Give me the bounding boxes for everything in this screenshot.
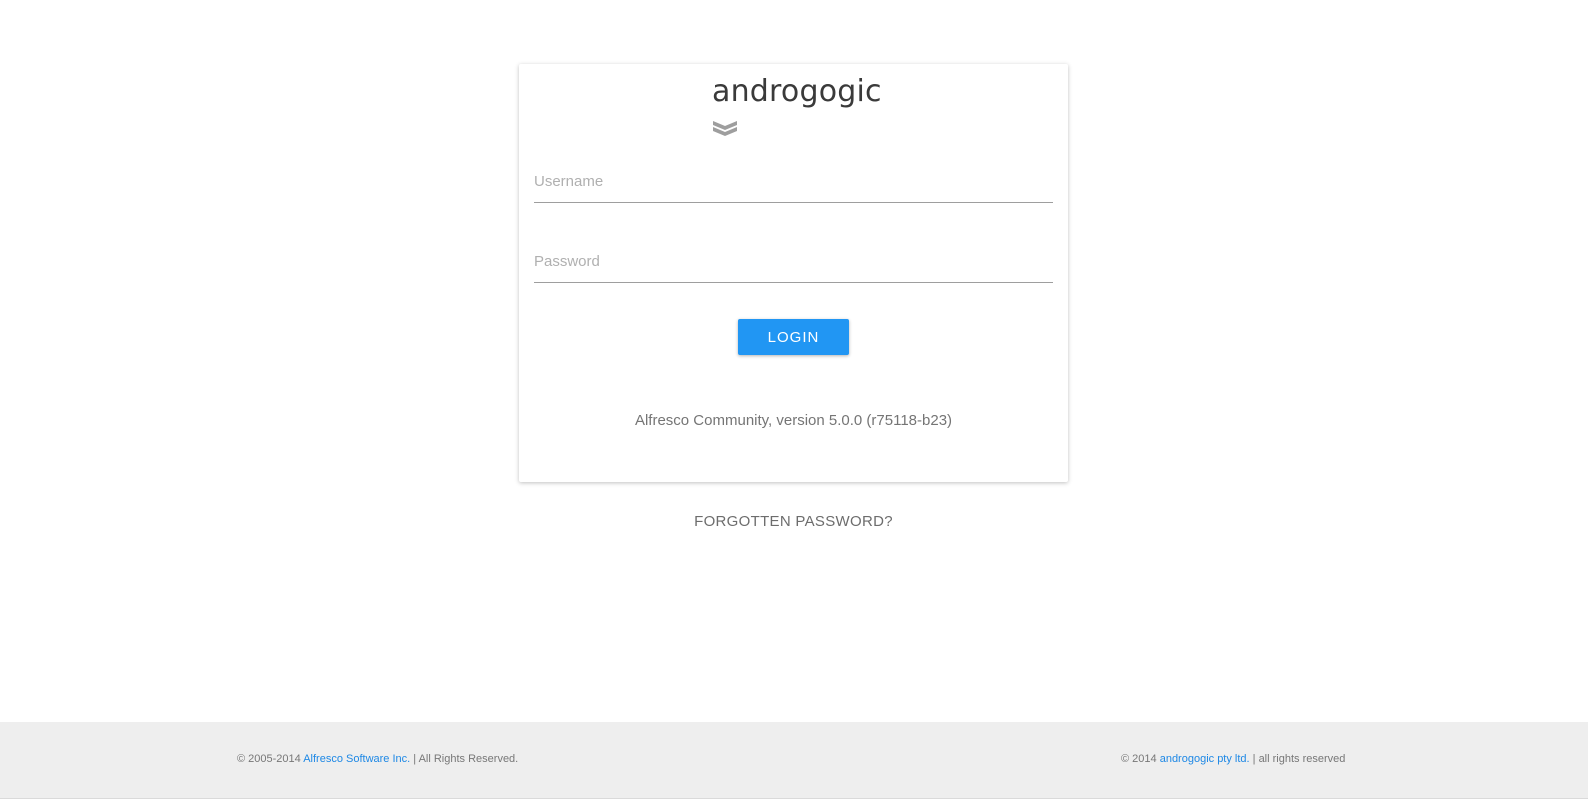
password-input[interactable] (534, 242, 1053, 280)
login-card: androgogic LOGIN Alfresco Community, ver… (519, 64, 1068, 482)
footer-right-prefix: © 2014 (1121, 753, 1160, 765)
forgotten-password-link[interactable]: FORGOTTEN PASSWORD? (519, 513, 1068, 530)
footer: © 2005-2014 Alfresco Software Inc. | All… (0, 722, 1588, 799)
footer-left-suffix: | All Rights Reserved. (410, 753, 519, 765)
androgogic-link[interactable]: androgogic pty ltd. (1160, 753, 1250, 765)
double-chevron-down-icon (713, 121, 737, 136)
login-button[interactable]: LOGIN (738, 319, 849, 355)
footer-copyright-androgogic: © 2014 androgogic pty ltd. | all rights … (1121, 753, 1345, 765)
brand-logo-text: androgogic (712, 74, 882, 109)
username-field-wrapper (534, 162, 1053, 203)
version-text: Alfresco Community, version 5.0.0 (r7511… (634, 412, 953, 429)
footer-right-suffix: | all rights reserved (1249, 753, 1346, 765)
username-input[interactable] (534, 162, 1053, 200)
footer-left-prefix: © 2005-2014 (237, 753, 304, 765)
footer-copyright-alfresco: © 2005-2014 Alfresco Software Inc. | All… (237, 753, 518, 765)
brand-logo: androgogic (712, 74, 882, 136)
password-field-wrapper (534, 242, 1053, 283)
alfresco-link[interactable]: Alfresco Software Inc. (303, 753, 410, 765)
